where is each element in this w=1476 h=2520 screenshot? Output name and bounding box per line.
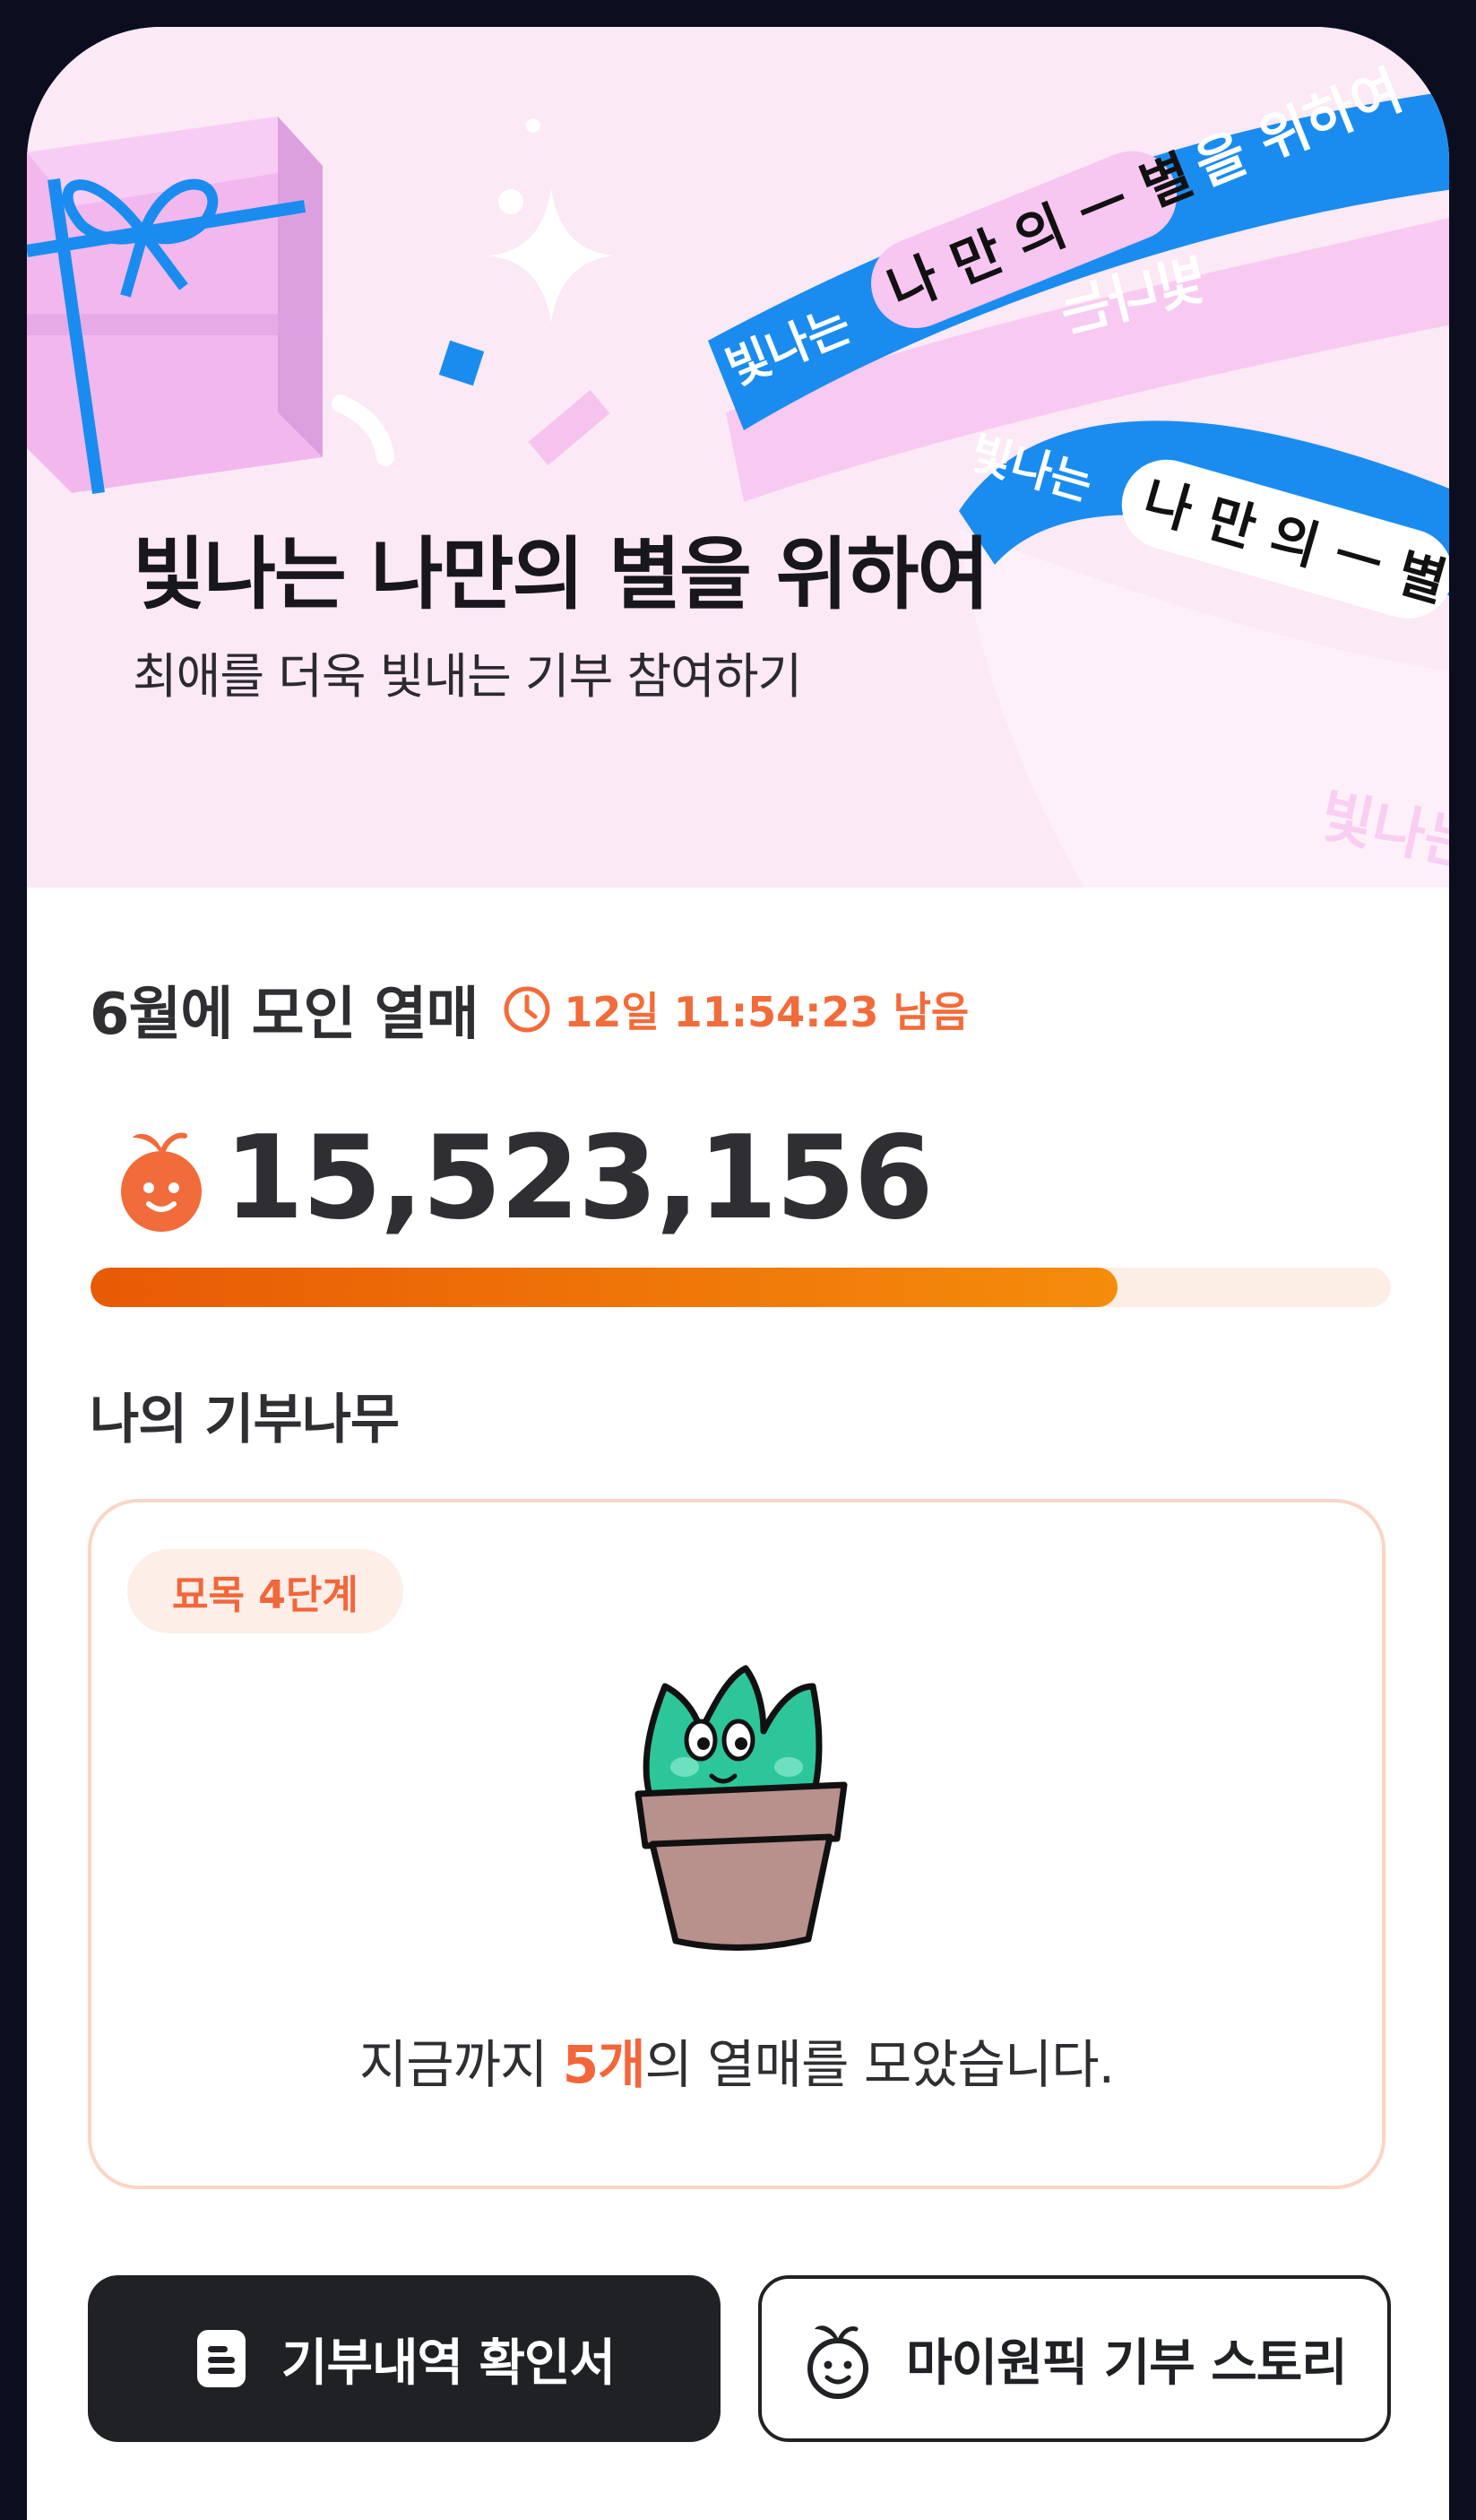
banner-illustration: 빛나는 빛나는 나 만 의 ㅡ 별 을 위하여 빛나는 나 만 의 ㅡ 별 빛나… <box>27 59 1449 888</box>
my-fruit-count: 5개 <box>562 2034 646 2095</box>
fruit-mascot-icon <box>121 1132 202 1232</box>
countdown-text: 12일 11:54:23 남음 <box>564 988 970 1036</box>
progress-fill <box>91 1268 1118 1307</box>
countdown-timer: 12일 11:54:23 남음 <box>503 980 969 1039</box>
donation-tree-card: 묘목 4단계 지금까지 5개의 열매를 모았습니다. <box>88 1499 1385 2189</box>
phone-screen: 빛나는 빛나는 나 만 의 ㅡ 별 을 위하여 빛나는 나 만 의 ㅡ 별 빛나… <box>27 27 1449 2520</box>
banner-subtitle: 최애를 더욱 빛내는 기부 참여하기 <box>133 648 802 705</box>
fruit-smile-icon <box>807 2325 869 2399</box>
banner-title: 빛나는 나만의 별을 위하여 <box>133 528 989 620</box>
donation-story-button[interactable]: 마이원픽 기부 스토리 <box>758 2275 1391 2442</box>
fruit-total-count: 15,523,156 <box>224 1112 934 1245</box>
message-prefix: 지금까지 <box>358 2034 563 2095</box>
message-suffix: 의 열매를 모았습니다. <box>644 2034 1116 2095</box>
tree-section-title: 나의 기부나무 <box>90 1389 400 1451</box>
collected-header: 6월에 모인 열매 12일 11:54:23 남음 <box>90 968 969 1051</box>
fruit-message: 지금까지 5개의 열매를 모았습니다. <box>91 2022 1382 2098</box>
fruit-count-row: 15,523,156 <box>117 1112 934 1245</box>
promo-banner[interactable]: 빛나는 빛나는 나 만 의 ㅡ 별 을 위하여 빛나는 나 만 의 ㅡ 별 빛나… <box>27 27 1449 888</box>
donation-story-label: 마이원픽 기부 스토리 <box>906 2334 1348 2393</box>
donation-receipt-button[interactable]: 기부내역 확인서 <box>88 2275 721 2442</box>
donation-receipt-label: 기부내역 확인서 <box>281 2334 616 2393</box>
collected-title: 6월에 모인 열매 <box>90 982 479 1048</box>
potted-plant-icon <box>634 1665 848 1952</box>
document-icon <box>196 2330 246 2387</box>
gift-box-icon <box>27 117 323 494</box>
donation-progress-bar <box>91 1268 1391 1307</box>
tree-stage-badge: 묘목 4단계 <box>127 1549 403 1633</box>
clock-icon <box>504 986 550 1033</box>
